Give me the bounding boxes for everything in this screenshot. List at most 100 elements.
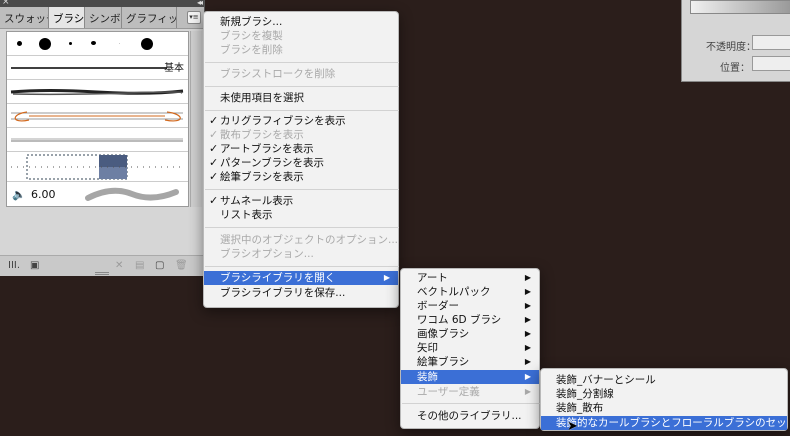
menu-item-label: 矢印 [417,342,438,354]
submenu-item-vector-pack[interactable]: ベクトルパック ▶ [401,285,539,299]
menu-item-show-pattern[interactable]: ✓ パターンブラシを表示 [204,156,398,170]
art-brush-row[interactable] [7,80,188,104]
menu-item-label: 画像ブラシ [417,328,470,340]
decor-item-banners-seals[interactable]: 装飾_バナーとシール [541,373,787,387]
brushes-panel: × ◂◂ スウォッチ ブラシ シンボル グラフィック ▾≡ 基本 [0,0,205,276]
trash-icon[interactable]: 🗑 [175,260,188,271]
submenu-item-borders[interactable]: ボーダー ▶ [401,299,539,313]
brush-swatch[interactable] [17,41,22,46]
remove-stroke-icon[interactable]: ✕ [115,260,123,271]
charcoal-stroke [10,89,184,96]
submenu-item-user-defined[interactable]: ユーザー定義 ▶ [401,385,539,399]
submenu-item-bristle[interactable]: 絵筆ブラシ ▶ [401,355,539,369]
submenu-item-other-library[interactable]: その他のライブラリ... [401,409,539,423]
submenu-item-decorative[interactable]: 装飾 ▶ [401,370,539,384]
submenu-item-arrows[interactable]: 矢印 ▶ [401,341,539,355]
panel-tabs: スウォッチ ブラシ シンボル グラフィック ▾≡ [0,7,204,29]
menu-item-label: ボーダー [417,300,459,312]
pattern-stroke [11,154,183,180]
menu-separator [205,62,399,63]
checkmark-icon: ✓ [209,156,219,169]
menu-item-label: 絵筆ブラシ [417,356,470,368]
submenu-arrow-icon: ▶ [524,357,531,366]
gradient-preview[interactable] [690,0,790,14]
tab-brushes[interactable]: ブラシ [49,7,85,28]
menu-separator [205,189,399,190]
submenu-arrow-icon: ▶ [524,329,531,338]
menu-item-remove-stroke[interactable]: ブラシストロークを削除 [204,67,398,81]
decor-item-dividers[interactable]: 装飾_分割線 [541,387,787,401]
menu-item-brush-options[interactable]: ブラシオプション... [204,247,398,261]
submenu-item-wacom[interactable]: ワコム 6D ブラシ ▶ [401,313,539,327]
curl-stroke [11,111,183,122]
new-brush-icon[interactable]: ▢ [155,260,164,271]
menu-item-delete-brush[interactable]: ブラシを削除 [204,43,398,57]
basic-brush-label: 基本 [164,63,184,74]
menu-item-open-library[interactable]: ブラシライブラリを開く ▶ [204,271,398,285]
submenu-arrow-icon: ▶ [524,343,531,352]
menu-item-show-art[interactable]: ✓ アートブラシを表示 [204,142,398,156]
submenu-arrow-icon: ▶ [524,372,531,381]
checkmark-icon: ✓ [209,170,219,183]
menu-item-label: 装飾 [417,371,438,383]
art-brush-row[interactable] [7,128,188,152]
menu-item-save-library[interactable]: ブラシライブラリを保存... [204,286,398,300]
position-label: 位置： [720,63,750,74]
menu-item-label: カリグラフィブラシを表示 [220,115,346,127]
checkmark-icon: ✓ [209,114,219,127]
submenu-item-image-brushes[interactable]: 画像ブラシ ▶ [401,327,539,341]
tab-symbols[interactable]: シンボル [85,7,122,28]
brush-library-icon[interactable]: ⅠⅠⅠ. [8,260,20,271]
brush-swatch[interactable] [91,41,96,45]
brush-swatch[interactable] [119,43,120,44]
menu-item-duplicate-brush[interactable]: ブラシを複製 [204,29,398,43]
pattern-brush-row[interactable] [7,152,188,182]
decor-item-scatter[interactable]: 装飾_散布 [541,401,787,415]
submenu-arrow-icon: ▶ [524,315,531,324]
menu-item-show-calligraphic[interactable]: ✓ カリグラフィブラシを表示 [204,114,398,128]
menu-item-list-view[interactable]: リスト表示 [204,208,398,222]
submenu-item-art[interactable]: アート ▶ [401,271,539,285]
menu-separator [205,86,399,87]
checkmark-icon: ✓ [209,194,219,207]
library-panel-icon[interactable]: ▣ [30,260,39,271]
menu-item-label: 絵筆ブラシを表示 [220,171,304,183]
speaker-icon: 🔈 [12,188,26,201]
position-field[interactable] [752,56,790,71]
panel-title-strip: × ◂◂ [0,0,204,7]
menu-item-label: アートブラシを表示 [220,143,314,155]
menu-item-label: ユーザー定義 [417,386,480,398]
collapse-icon[interactable]: ◂◂ [197,0,203,7]
menu-separator [205,227,399,228]
resize-grip[interactable] [95,272,109,275]
menu-item-select-unused[interactable]: 未使用項目を選択 [204,91,398,105]
panel-menu-button[interactable]: ▾≡ [187,11,201,24]
menu-item-label: サムネール表示 [220,195,294,207]
menu-item-show-scatter[interactable]: ✓ 散布ブラシを表示 [204,128,398,142]
menu-item-label: ブラシライブラリを開く [220,272,336,284]
options-icon[interactable]: ▤ [135,260,144,271]
brush-swatch[interactable] [39,38,51,50]
tab-swatches[interactable]: スウォッチ [0,7,49,28]
basic-stroke [11,67,167,69]
brush-swatch[interactable] [141,38,153,50]
menu-item-new-brush[interactable]: 新規ブラシ... [204,15,398,29]
brush-swatch[interactable] [69,42,72,45]
basic-brush-row[interactable]: 基本 [7,56,188,80]
brush-size-value: 6.00 [31,188,56,201]
menu-item-show-bristle[interactable]: ✓ 絵筆ブラシを表示 [204,170,398,184]
bristle-brush-row[interactable]: 🔈 6.00 [7,182,188,208]
menu-item-label: 散布ブラシを表示 [220,129,304,141]
menu-item-label: アート [417,272,448,284]
opacity-field[interactable] [752,35,790,50]
submenu-arrow-icon: ▶ [524,387,531,396]
menu-item-selected-options[interactable]: 選択中のオブジェクトのオプション... [204,233,398,247]
checkmark-icon: ✓ [209,128,219,141]
close-icon[interactable]: × [2,0,10,7]
brush-list-scrollbar[interactable] [190,31,202,207]
art-brush-row[interactable] [7,104,188,128]
submenu-arrow-icon: ▶ [524,287,531,296]
tab-graphic-styles[interactable]: グラフィック [122,7,177,28]
menu-item-label: ワコム 6D ブラシ [417,314,502,326]
menu-item-thumbnail-view[interactable]: ✓ サムネール表示 [204,194,398,208]
